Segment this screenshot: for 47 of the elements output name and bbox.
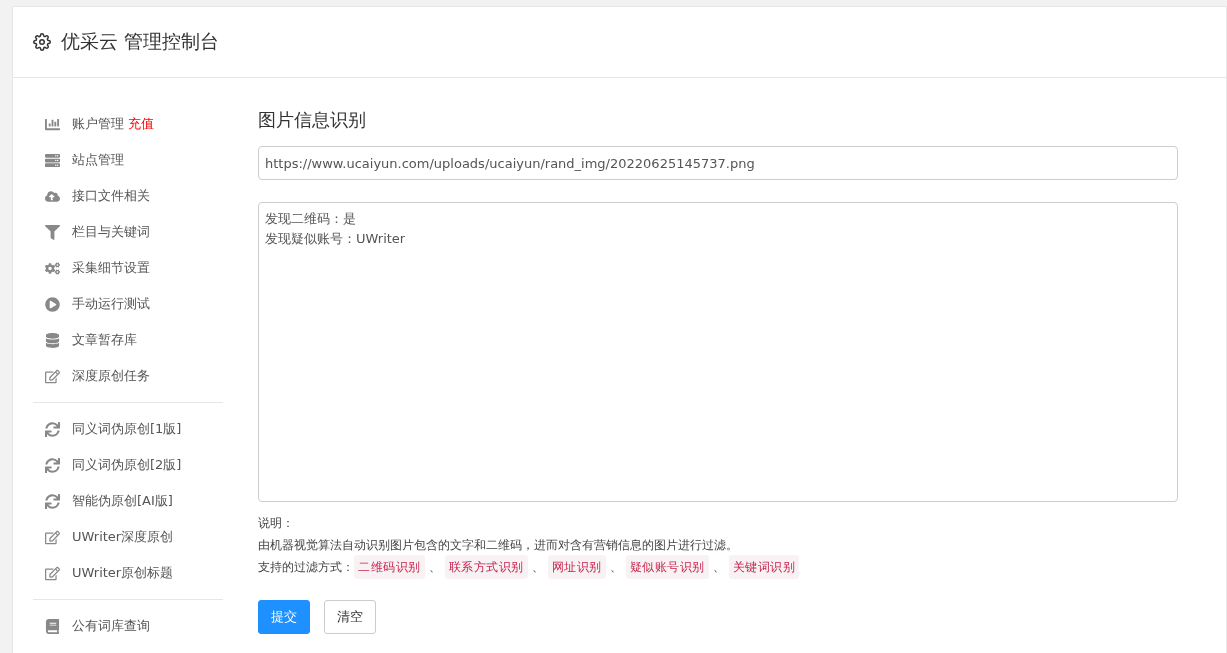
settings-icon — [33, 33, 51, 51]
filters-label: 支持的过滤方式： — [258, 559, 354, 576]
refresh-icon — [45, 421, 60, 437]
notes-label: 说明： — [258, 515, 294, 532]
sidebar-item[interactable]: 公有词库查询 — [33, 608, 223, 644]
filter-tag: 网址识别 — [547, 555, 606, 579]
sidebar-item[interactable]: UWriter深度原创 — [33, 519, 223, 555]
sidebar-item[interactable]: 深度原创任务 — [33, 358, 223, 394]
separator: 、 — [609, 559, 622, 576]
sidebar-item[interactable]: 文章暂存库 — [33, 322, 223, 358]
book-icon — [45, 618, 60, 634]
clear-button[interactable]: 清空 — [324, 600, 376, 634]
separator: 、 — [531, 559, 544, 576]
refresh-icon — [45, 457, 60, 473]
sidebar-item[interactable]: 采集细节设置 — [33, 250, 223, 286]
database-icon — [45, 332, 60, 348]
section-title: 图片信息识别 — [258, 108, 367, 132]
sidebar-item[interactable]: 手动运行测试 — [33, 286, 223, 322]
gears-icon — [45, 260, 60, 276]
bar-chart-icon — [45, 116, 60, 132]
sidebar-item[interactable]: 智能伪原创[AI版] — [33, 483, 223, 519]
separator: 、 — [428, 559, 441, 576]
filter-tag: 疑似账号识别 — [625, 555, 709, 579]
edit-icon — [45, 565, 60, 581]
recharge-link[interactable]: 充值 — [128, 115, 154, 133]
sidebar-item[interactable]: 账户管理 充值 — [33, 106, 223, 142]
edit-icon — [45, 368, 60, 384]
filter-tag: 联系方式识别 — [444, 555, 528, 579]
sidebar-item[interactable]: 栏目与关键词 — [33, 214, 223, 250]
filter-tag: 二维码识别 — [354, 555, 425, 579]
console-title: 优采云 管理控制台 — [61, 29, 220, 54]
refresh-icon — [45, 493, 60, 509]
server-icon — [45, 152, 60, 168]
result-field[interactable]: 发现二维码：是 发现疑似账号：UWriter — [258, 202, 1178, 502]
sidebar-item[interactable]: UWriter原创标题 — [33, 555, 223, 591]
separator: 、 — [712, 559, 725, 576]
sidebar-item[interactable]: 站点管理 — [33, 142, 223, 178]
filter-tag: 关键词识别 — [728, 555, 799, 579]
cloud-upload-icon — [45, 188, 60, 204]
edit-icon — [45, 529, 60, 545]
sidebar-item[interactable]: 同义词伪原创[1版] — [33, 411, 223, 447]
filter-icon — [45, 224, 60, 240]
url-field[interactable]: https://www.ucaiyun.com/uploads/ucaiyun/rand_img/20220625145737.png — [258, 146, 1178, 180]
sidebar-item[interactable]: 同义词伪原创[2版] — [33, 447, 223, 483]
play-icon — [45, 296, 60, 312]
sidebar-item[interactable]: 接口文件相关 — [33, 178, 223, 214]
description-text: 由机器视觉算法自动识别图片包含的文字和二维码，进而对含有营销信息的图片进行过滤。 — [258, 537, 738, 554]
